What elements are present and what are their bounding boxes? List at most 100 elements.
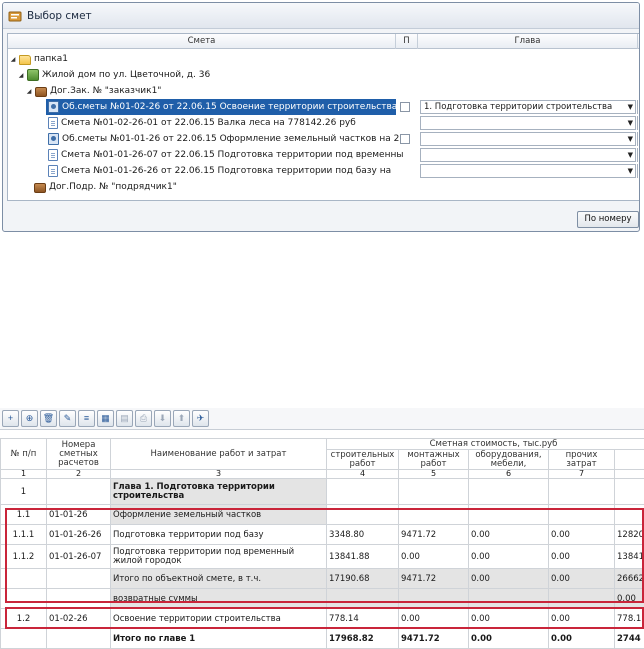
column-header-p[interactable]: П [396,34,418,49]
cell-build: 3348.80 [327,525,399,545]
cell-name: Итого по главе 1 [111,629,327,649]
row-checkbox[interactable] [400,134,410,144]
cell-total [615,479,644,505]
cell-doc [47,569,111,589]
tree-row[interactable]: Об.сметы №01-01-26 от 22.06.15 Оформлени… [8,131,640,147]
cell-equip: 0.00 [469,545,549,569]
column-header-glava[interactable]: Глава [418,34,638,49]
estimate-selection-dialog: Выбор смет Смета П Глава ◢ папка1 ◢ [2,2,640,232]
glava-combo[interactable]: ▼ [420,132,636,146]
cell-build: 17190.68 [327,569,399,589]
briefcase-icon [35,87,47,97]
list-icon[interactable]: ≡ [78,410,95,427]
colnum: 5 [399,470,469,479]
tree-row[interactable]: Смета №01-01-26-07 от 22.06.15 Подготовк… [8,147,640,163]
colnum: 7 [549,470,615,479]
move-up-icon[interactable]: ⬆ [173,410,190,427]
tree-row[interactable]: Дог.Подр. № "подрядчик1" [8,179,640,195]
table-row[interactable]: 1.2 01-02-26 Освоение территории строите… [1,609,644,629]
table-icon[interactable]: ▦ [97,410,114,427]
add-subitem-icon[interactable]: ⊕ [21,410,38,427]
cell-num: 1.1.1 [1,525,47,545]
cell-equip: 0.00 [469,609,549,629]
row-checkbox[interactable] [400,102,410,112]
delete-icon[interactable]: 🗑 [40,410,57,427]
cell-total: 26662 [615,569,644,589]
calculator-icon[interactable]: ▤ [116,410,133,427]
cell-num: 1.1.2 [1,545,47,569]
cell-num: 1.2 [1,609,47,629]
colnum: 2 [47,470,111,479]
tree-item-label: Смета №01-02-26-01 от 22.06.15 Валка лес… [61,118,356,128]
cell-num: 1 [1,479,47,505]
cell-build [327,479,399,505]
dialog-body: Смета П Глава ◢ папка1 ◢ Жилой дом по ул… [7,33,639,231]
cell-num: 1.1 [1,505,47,525]
collapse-triangle-icon[interactable]: ◢ [26,88,32,95]
cell-total: 2744 [615,629,644,649]
cell-total: 778.1 [615,609,644,629]
table-row[interactable]: Итого по главе 1 17968.82 9471.72 0.00 0… [1,629,644,649]
cell-name: Освоение территории строительства [111,609,327,629]
colnum: 1 [1,470,47,479]
glava-combo-value: 1. Подготовка территории строительства [424,102,612,112]
table-row[interactable]: возвратные суммы 0.00 [1,589,644,609]
tree-row[interactable]: Смета №01-01-26-26 от 22.06.15 Подготовк… [8,163,640,179]
add-estimate-icon[interactable]: + [2,410,19,427]
estimate-tree-grid[interactable]: Смета П Глава ◢ папка1 ◢ Жилой дом по ул… [7,33,640,201]
cell-mount [399,505,469,525]
cell-build [327,505,399,525]
table-row[interactable]: Итого по объектной смете, в т.ч. 17190.6… [1,569,644,589]
header-docs: Номера сметных расчетов [47,439,111,470]
cell-other [549,479,615,505]
cell-num [1,569,47,589]
cell-mount: 9471.72 [399,569,469,589]
cell-doc: 01-01-26-26 [47,525,111,545]
table-row[interactable]: 1.1 01-01-26 Оформление земельный частко… [1,505,644,525]
tree-item-label: Об.сметы №01-02-26 от 22.06.15 Освоение … [62,102,397,112]
cell-other [549,589,615,609]
colnum [615,470,644,479]
dropdown-arrow-icon[interactable]: ▼ [628,165,633,177]
cell-equip: 0.00 [469,629,549,649]
dropdown-arrow-icon[interactable]: ▼ [628,133,633,145]
tree-item-label: Жилой дом по ул. Цветочной, д. 36 [42,70,210,80]
table-row[interactable]: 1 Глава 1. Подготовка территории строите… [1,479,644,505]
tree-row[interactable]: Смета №01-02-26-01 от 22.06.15 Валка лес… [8,115,640,131]
tree-row[interactable]: ◢ папка1 [8,51,640,67]
tree-row[interactable]: ◢ Дог.Зак. № "заказчик1" [8,83,640,99]
extra-column-cell [637,164,640,178]
tree-item-label: Смета №01-01-26-26 от 22.06.15 Подготовк… [61,166,391,176]
move-down-icon[interactable]: ⬇ [154,410,171,427]
collapse-triangle-icon[interactable]: ◢ [10,56,16,63]
extra-column-cell [637,116,640,130]
table-row[interactable]: 1.1.2 01-01-26-07 Подготовка территории … [1,545,644,569]
tree-item-label: Об.сметы №01-01-26 от 22.06.15 Оформлени… [62,134,405,144]
header-build: строительных работ [327,450,399,470]
glava-combo[interactable]: ▼ [420,148,636,162]
dropdown-arrow-icon[interactable]: ▼ [628,117,633,129]
cell-equip: 0.00 [469,525,549,545]
cell-equip: 0.00 [469,569,549,589]
dropdown-arrow-icon[interactable]: ▼ [628,149,633,161]
pin-icon[interactable]: ✈ [192,410,209,427]
table-row[interactable]: 1.1.1 01-01-26-26 Подготовка территории … [1,525,644,545]
table-header-row: № п/п Номера сметных расчетов Наименован… [1,439,644,450]
tree-row[interactable]: ◢ Жилой дом по ул. Цветочной, д. 36 [8,67,640,83]
column-header-smeta[interactable]: Смета [8,34,396,49]
cell-total [615,505,644,525]
glava-combo[interactable]: 1. Подготовка территории строительства ▼ [420,100,636,114]
by-number-button[interactable]: По номеру [577,211,639,228]
edit-icon[interactable]: ✎ [59,410,76,427]
extra-column-cell [637,148,640,162]
cell-equip [469,505,549,525]
cell-total: 0.00 [615,589,644,609]
glava-combo[interactable]: ▼ [420,116,636,130]
collapse-triangle-icon[interactable]: ◢ [18,72,24,79]
cell-mount: 9471.72 [399,629,469,649]
tree-row-selected[interactable]: Об.сметы №01-02-26 от 22.06.15 Освоение … [8,99,640,115]
header-mount: монтажных работ [399,450,469,470]
glava-combo[interactable]: ▼ [420,164,636,178]
dropdown-arrow-icon[interactable]: ▼ [628,101,633,113]
print-icon[interactable]: ⎙ [135,410,152,427]
